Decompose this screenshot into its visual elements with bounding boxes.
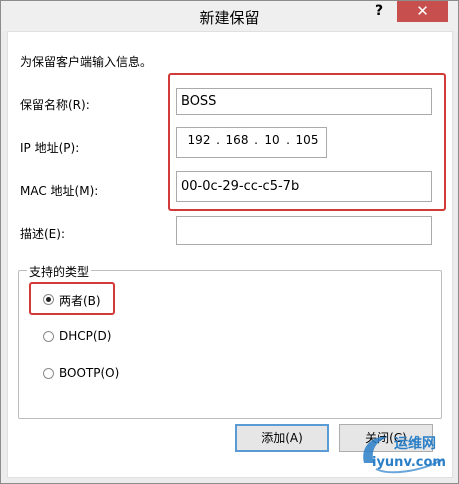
radio-bootp-label[interactable]: BOOTP(O) (59, 366, 119, 380)
supported-types-legend: 支持的类型 (27, 263, 92, 280)
reservation-name-label: 保留名称(R): (20, 98, 90, 112)
radio-bootp-indicator[interactable] (43, 368, 54, 379)
fields-highlight-box (168, 73, 446, 211)
title-bar: 新建保留 ? ✕ (1, 1, 458, 31)
watermark-text-cn: 运维网 (394, 436, 436, 452)
new-reservation-dialog: 新建保留 ? ✕ 为保留客户端输入信息。 保留名称(R): BOSS IP 地址… (0, 0, 459, 484)
help-button[interactable]: ? (365, 1, 393, 21)
radio-dhcp-indicator[interactable] (43, 331, 54, 342)
dialog-content: 为保留客户端输入信息。 保留名称(R): BOSS IP 地址(P): 192 … (7, 31, 453, 478)
radio-dhcp-label[interactable]: DHCP(D) (59, 329, 111, 343)
description-label: 描述(E): (20, 227, 65, 241)
ip-address-label: IP 地址(P): (20, 141, 80, 155)
mac-address-label: MAC 地址(M): (20, 184, 99, 198)
close-window-button[interactable]: ✕ (397, 1, 448, 22)
supported-types-group: 支持的类型 两者(B) DHCP(D) BOOTP(O) (18, 263, 442, 419)
radio-both-highlight-box (29, 282, 115, 315)
add-button[interactable]: 添加(A) (235, 424, 329, 452)
site-watermark-logo: 运维网 iyunv.com (358, 429, 450, 479)
description-input[interactable] (176, 216, 432, 245)
intro-text: 为保留客户端输入信息。 (20, 55, 153, 69)
watermark-text-domain: iyunv.com (372, 455, 446, 470)
